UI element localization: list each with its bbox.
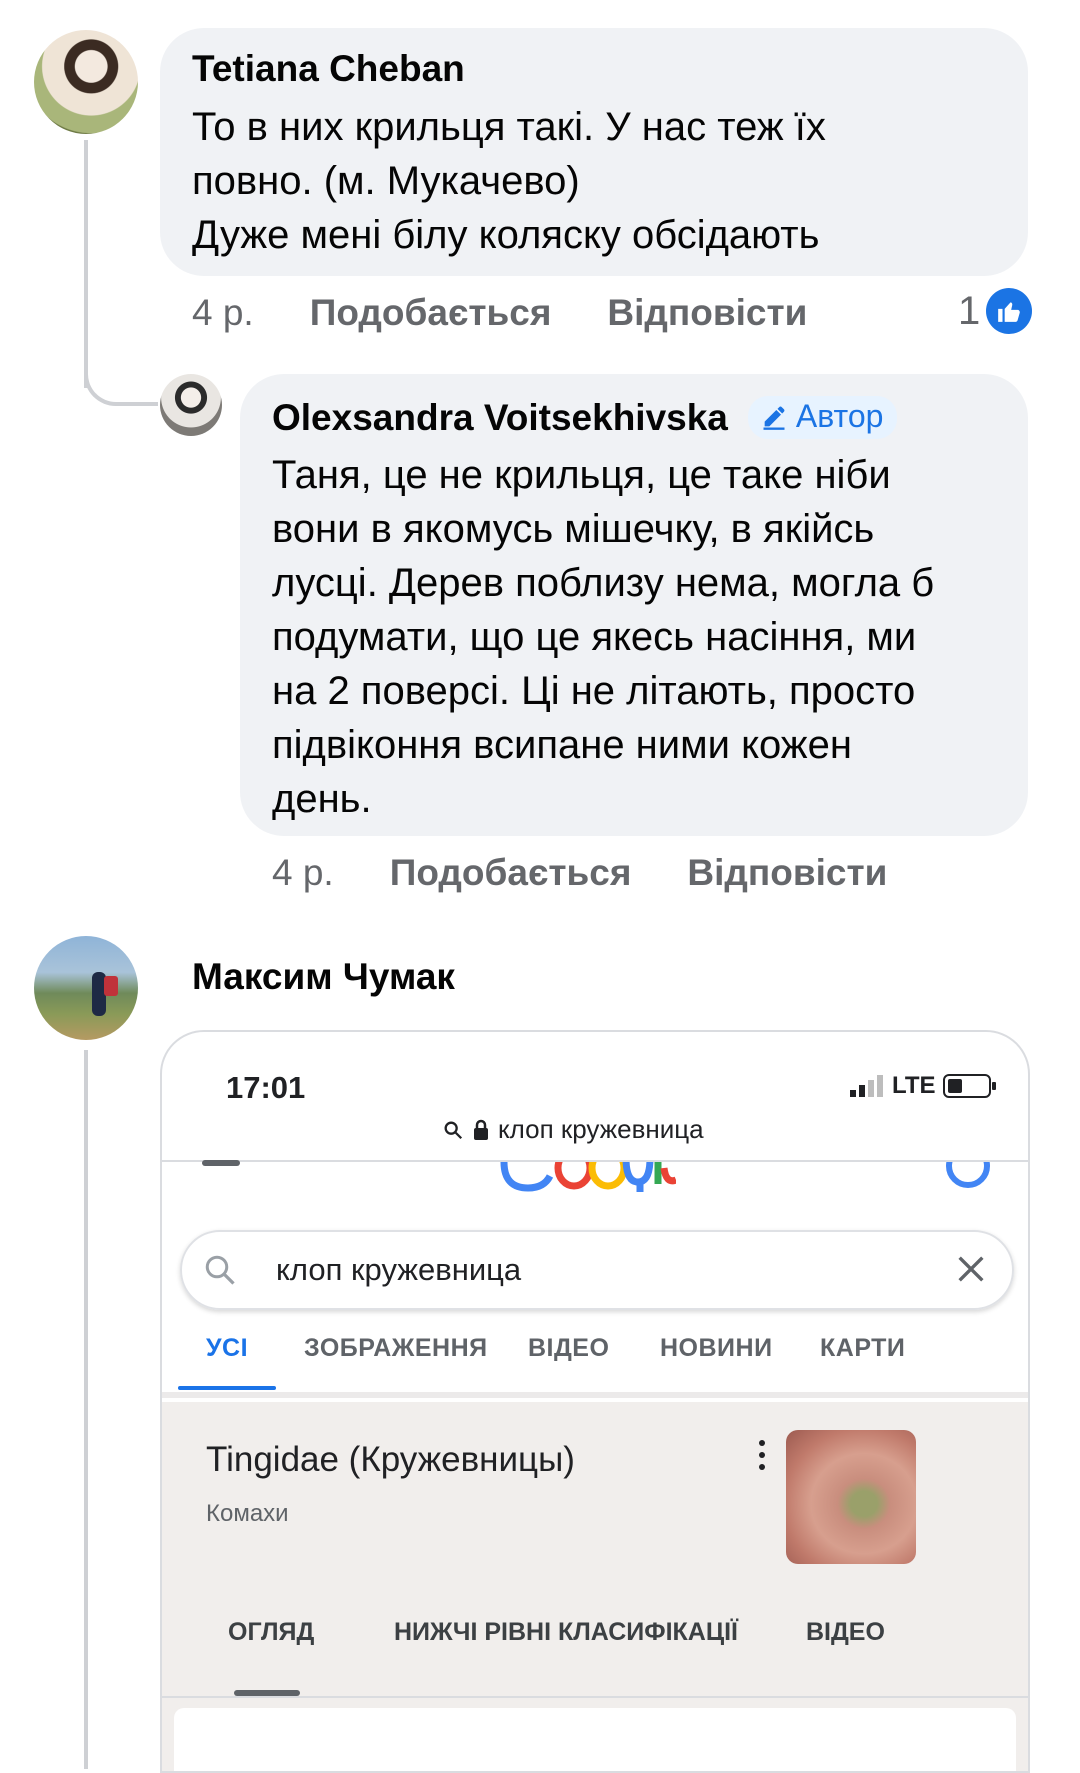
- comment-bubble: Olexsandra Voitsekhivska Автор Таня, це …: [240, 374, 1028, 836]
- comment-actions: 4 р. Подобається Відповісти: [192, 292, 807, 334]
- comment-text: То в них крильця такі. У нас теж їх повн…: [192, 105, 826, 257]
- knowledge-panel[interactable]: Tingidae (Кружевницы) Комахи ОГЛЯД НИЖЧІ…: [162, 1402, 1028, 1771]
- status-icons: LTE: [848, 1072, 998, 1100]
- search-box[interactable]: клоп кружевница: [180, 1230, 1014, 1310]
- comment-actions: 4 р. Подобається Відповісти: [272, 852, 887, 894]
- attached-screenshot[interactable]: 17:01 LTE клоп кружевница клоп кружевниц…: [160, 1030, 1030, 1773]
- like-button[interactable]: Подобається: [390, 852, 632, 894]
- pencil-icon: [763, 406, 785, 430]
- comment-author[interactable]: Tetiana Cheban: [192, 48, 465, 90]
- account-icon[interactable]: [946, 1162, 990, 1188]
- search-icon: [444, 1121, 463, 1139]
- next-card: [174, 1708, 1016, 1771]
- like-icon: [986, 288, 1033, 334]
- battery-icon: [942, 1074, 996, 1098]
- avatar[interactable]: [34, 30, 138, 134]
- comment-author[interactable]: Olexsandra Voitsekhivska: [272, 397, 728, 439]
- thread-curve: [84, 330, 158, 406]
- author-row: Olexsandra Voitsekhivska Автор: [272, 396, 898, 439]
- avatar[interactable]: [34, 936, 138, 1040]
- avatar[interactable]: [160, 374, 222, 436]
- tab-news[interactable]: НОВИНИ: [660, 1334, 773, 1363]
- tab-maps[interactable]: КАРТИ: [820, 1334, 905, 1363]
- kp-tab-video[interactable]: ВІДЕО: [806, 1618, 885, 1647]
- lock-icon: [474, 1119, 488, 1140]
- menu-icon[interactable]: [202, 1160, 240, 1166]
- kp-tab-subclassification[interactable]: НИЖЧІ РІВНІ КЛАСИФІКАЦІЇ: [394, 1618, 738, 1647]
- search-input[interactable]: клоп кружевница: [276, 1252, 521, 1288]
- comment-time[interactable]: 4 р.: [272, 852, 334, 894]
- divider: [162, 1392, 1028, 1398]
- tab-images[interactable]: ЗОБРАЖЕННЯ: [304, 1334, 488, 1363]
- kp-image[interactable]: [786, 1430, 916, 1564]
- thread-line-2: [84, 1050, 88, 1769]
- author-badge-label: Автор: [795, 398, 884, 434]
- signal-icon: [850, 1075, 883, 1097]
- tab-active-indicator: [178, 1386, 276, 1390]
- status-time: 17:01: [226, 1070, 306, 1105]
- author-badge: Автор: [747, 396, 898, 439]
- search-icon: [205, 1255, 235, 1285]
- kp-title[interactable]: Tingidae (Кружевницы): [206, 1440, 575, 1480]
- comment-bubble: Tetiana Cheban То в них крильця такі. У …: [160, 28, 1028, 276]
- reply-button[interactable]: Відповісти: [607, 292, 807, 334]
- divider: [162, 1696, 1028, 1698]
- network-label: LTE: [892, 1072, 936, 1099]
- kp-tab-overview[interactable]: ОГЛЯД: [228, 1618, 314, 1647]
- reply-button[interactable]: Відповісти: [687, 852, 887, 894]
- comment-text: Таня, це не крильця, це таке ніби вони в…: [272, 453, 935, 821]
- kp-subtitle: Комахи: [206, 1500, 289, 1527]
- like-button[interactable]: Подобається: [310, 292, 552, 334]
- tab-all[interactable]: УСІ: [206, 1334, 248, 1363]
- close-icon[interactable]: [954, 1252, 988, 1286]
- more-vert-icon[interactable]: [758, 1440, 766, 1470]
- google-logo: [498, 1162, 676, 1194]
- comment-author[interactable]: Максим Чумак: [192, 956, 455, 998]
- comment-time[interactable]: 4 р.: [192, 292, 254, 334]
- reaction-summary[interactable]: 1: [958, 288, 1033, 334]
- address-text: клоп кружевница: [498, 1114, 704, 1144]
- tab-video[interactable]: ВІДЕО: [528, 1334, 609, 1363]
- address-bar[interactable]: клоп кружевница: [442, 1114, 704, 1145]
- reaction-count: 1: [958, 288, 981, 333]
